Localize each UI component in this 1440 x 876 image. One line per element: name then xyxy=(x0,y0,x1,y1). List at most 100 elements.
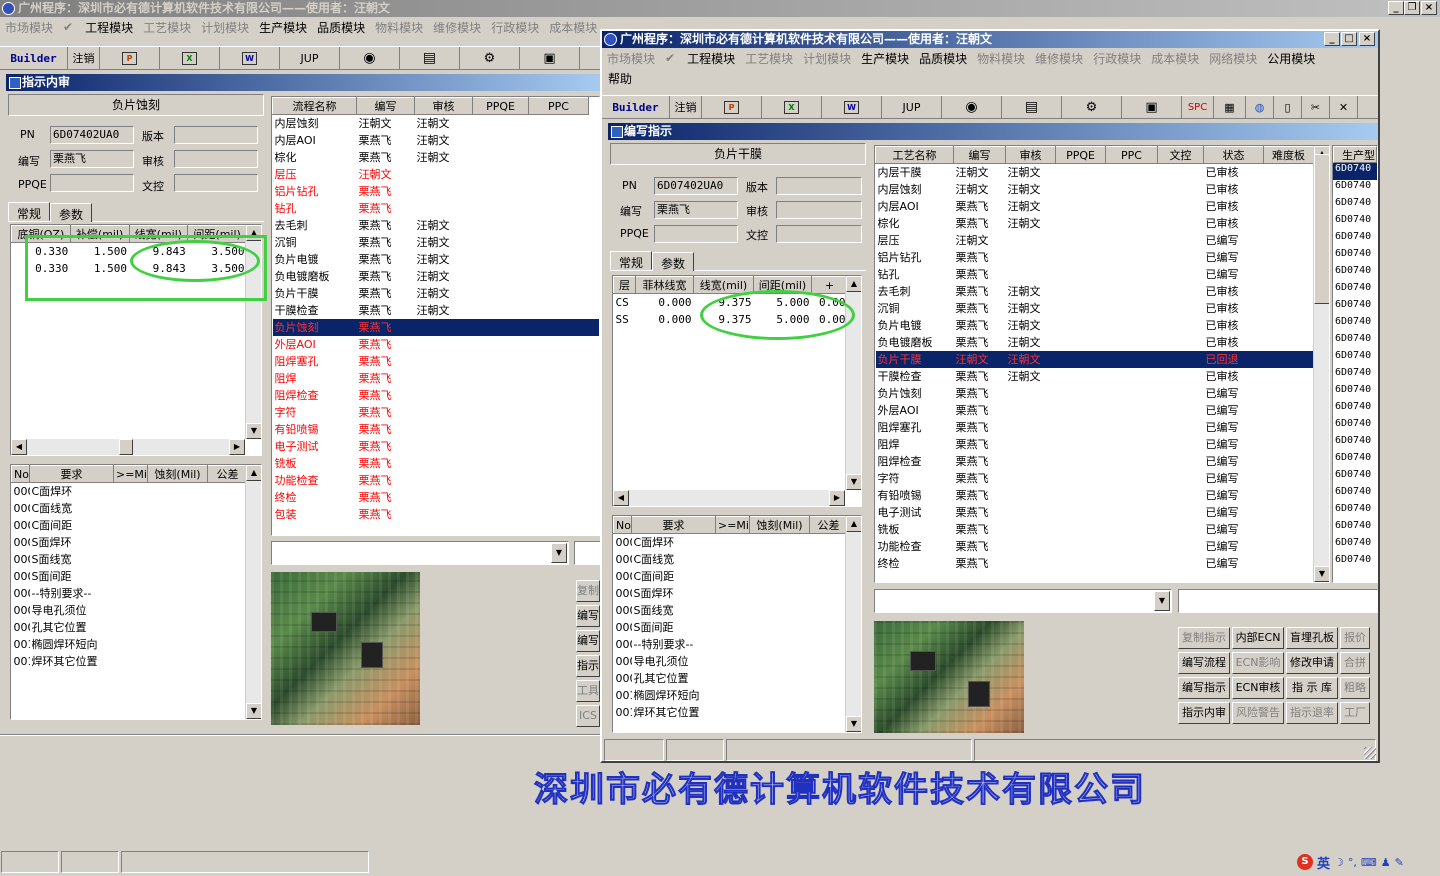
column-header[interactable]: 编写 xyxy=(953,146,1006,164)
table-row[interactable]: 001椭圆焊环短向 xyxy=(12,636,248,653)
action-button[interactable]: 盲埋孔板 xyxy=(1286,627,1338,649)
prod-cell[interactable]: 6D0740 xyxy=(1333,180,1377,197)
new-doc-button[interactable]: ▯ xyxy=(1274,96,1302,118)
menu-item[interactable]: 工艺模块 xyxy=(740,50,798,67)
prod-cell[interactable]: 6D0740 xyxy=(1333,367,1377,384)
table-row[interactable]: 000--特别要求-- xyxy=(614,636,848,653)
minimize-button[interactable]: _ xyxy=(1324,32,1340,46)
tab-params[interactable]: 参数 xyxy=(50,203,93,222)
back-memo-combo[interactable]: ▼ xyxy=(271,541,569,565)
table-row[interactable]: 000S面间距 xyxy=(12,568,248,585)
prod-cell[interactable]: 6D0740 xyxy=(1333,316,1377,333)
action-button[interactable]: 编写流程 xyxy=(1178,652,1230,674)
column-header[interactable]: 公差 xyxy=(809,516,848,534)
logout-button[interactable]: 注销 xyxy=(68,47,100,69)
flow-row[interactable]: 阻焊检查 栗燕飞 xyxy=(273,387,600,404)
column-header[interactable]: No xyxy=(613,516,632,534)
ime-s-icon[interactable]: S xyxy=(1297,854,1313,870)
flow-row[interactable]: 电子测试 栗燕飞 已编写 xyxy=(876,504,1314,521)
side-button[interactable]: 指示 xyxy=(576,655,600,677)
menu-item[interactable]: 工程模块 xyxy=(80,19,138,36)
column-header[interactable]: 线宽(mil) xyxy=(693,276,754,294)
flow-row[interactable]: 钻孔 栗燕飞 xyxy=(273,200,600,217)
column-header[interactable]: PPQE xyxy=(472,97,529,115)
flow-row[interactable]: 铝片钻孔 栗燕飞 已编写 xyxy=(876,249,1314,266)
word-button[interactable]: W xyxy=(822,96,882,118)
table-row[interactable]: 000导电孔须位 xyxy=(12,602,248,619)
flow-row[interactable]: 终检 栗燕飞 xyxy=(273,489,600,506)
jup-button[interactable]: JUP xyxy=(280,47,340,69)
flow-row[interactable]: 负电镀磨板 栗燕飞 汪朝文 已审核 xyxy=(876,334,1314,351)
prod-cell[interactable]: 6D0740 xyxy=(1333,350,1377,367)
flow-row[interactable]: 沉铜 栗燕飞 汪朝文 xyxy=(273,234,600,251)
punctuation-icon[interactable]: °, xyxy=(1348,856,1357,869)
close-button[interactable]: × xyxy=(1359,32,1375,46)
flow-row[interactable]: 棕化 栗燕飞 汪朝文 已审核 xyxy=(876,215,1314,232)
prod-cell[interactable]: 6D0740 xyxy=(1333,418,1377,435)
menu-item[interactable]: 市场模块 xyxy=(602,50,660,67)
table-row[interactable]: 000S面焊环 xyxy=(614,585,848,602)
excel-button[interactable]: X xyxy=(762,96,822,118)
front-menu-help[interactable]: 帮助 xyxy=(608,70,632,87)
action-button[interactable]: 指示内审 xyxy=(1178,702,1230,724)
ppt-button[interactable]: P xyxy=(702,96,762,118)
calc-button[interactable]: ▦ xyxy=(1214,96,1246,118)
table-row[interactable]: 000--特别要求-- xyxy=(12,585,248,602)
prod-cell[interactable]: 6D0740 xyxy=(1333,282,1377,299)
table-row[interactable]: 000C面线宽 xyxy=(614,551,848,568)
flow-row[interactable]: 外层AOI 栗燕飞 已编写 xyxy=(876,402,1314,419)
prod-cell[interactable]: 6D0740 xyxy=(1333,333,1377,350)
jup-button[interactable]: JUP xyxy=(882,96,942,118)
flow-row[interactable]: 层压 汪朝文 已编写 xyxy=(876,232,1314,249)
table-row[interactable]: 000C面焊环 xyxy=(614,534,848,551)
action-button[interactable]: 编写指示 xyxy=(1178,677,1230,699)
table-row[interactable]: 000S面间距 xyxy=(614,619,848,636)
table-row[interactable]: 000S面线宽 xyxy=(12,551,248,568)
column-header[interactable]: PPQE xyxy=(1055,146,1106,164)
flow-row[interactable]: 阻焊塞孔 栗燕飞 xyxy=(273,353,600,370)
column-header[interactable]: 状态 xyxy=(1203,146,1264,164)
review-field[interactable] xyxy=(776,201,862,219)
prod-cell[interactable]: 6D0740 xyxy=(1333,197,1377,214)
column-header[interactable]: 审核 xyxy=(414,97,473,115)
menu-item[interactable]: 物料模块 xyxy=(972,50,1030,67)
prod-cell[interactable]: 6D0740 xyxy=(1333,469,1377,486)
table-row[interactable]: 000孔其它位置 xyxy=(614,670,848,687)
action-button[interactable]: 报价 xyxy=(1340,627,1370,649)
excel-button[interactable]: X xyxy=(160,47,220,69)
column-header[interactable]: 编写 xyxy=(356,97,415,115)
prod-cell[interactable]: 6D0740 xyxy=(1333,401,1377,418)
action-button[interactable]: 修改申请 xyxy=(1286,652,1338,674)
flow-row[interactable]: 内层蚀刻 汪朝文 汪朝文 xyxy=(273,115,600,132)
menu-item[interactable]: 成本模块 xyxy=(1146,50,1204,67)
writer-field[interactable]: 栗燕飞 xyxy=(654,201,738,219)
resize-grip-icon[interactable] xyxy=(1364,747,1376,759)
flow-row[interactable]: 负电镀磨板 栗燕飞 汪朝文 xyxy=(273,268,600,285)
flow-row[interactable]: 去毛刺 栗燕飞 汪朝文 已审核 xyxy=(876,283,1314,300)
menu-item[interactable]: 物料模块 xyxy=(370,19,428,36)
back-req-vscroll[interactable]: ▲ ▼ xyxy=(245,465,261,719)
moon-icon[interactable]: ☽ xyxy=(1334,856,1344,869)
side-button[interactable]: 编写 xyxy=(576,605,600,627)
cut-button[interactable]: ✂ xyxy=(1302,96,1330,118)
column-header[interactable]: 工艺名称 xyxy=(875,146,954,164)
flow-row[interactable]: 字符 栗燕飞 已编写 xyxy=(876,470,1314,487)
menu-item[interactable]: 市场模块 xyxy=(0,19,58,36)
side-button[interactable]: 复制 xyxy=(576,580,600,602)
menu-item[interactable]: 计划模块 xyxy=(798,50,856,67)
column-header[interactable]: 公差 xyxy=(207,465,248,483)
action-button[interactable]: ECN审核 xyxy=(1232,677,1284,699)
menu-item[interactable]: 生产模块 xyxy=(856,50,914,67)
view-button[interactable]: ◉ xyxy=(340,47,400,69)
menu-item[interactable]: 维修模块 xyxy=(1030,50,1088,67)
flow-row[interactable]: 铝片钻孔 栗燕飞 xyxy=(273,183,600,200)
logout-button[interactable]: 注销 xyxy=(670,96,702,118)
prod-cell[interactable]: 6D0740 xyxy=(1333,248,1377,265)
database-button[interactable]: ▤ xyxy=(1002,96,1062,118)
table-row[interactable]: 000C面间距 xyxy=(12,517,248,534)
flow-row[interactable]: 阻焊 栗燕飞 已编写 xyxy=(876,436,1314,453)
prod-cell[interactable]: 6D0740 xyxy=(1333,231,1377,248)
tab-general[interactable]: 常规 xyxy=(8,202,51,221)
flow-row[interactable]: 内层AOI 栗燕飞 汪朝文 已审核 xyxy=(876,198,1314,215)
doccheck-field[interactable] xyxy=(174,174,258,192)
